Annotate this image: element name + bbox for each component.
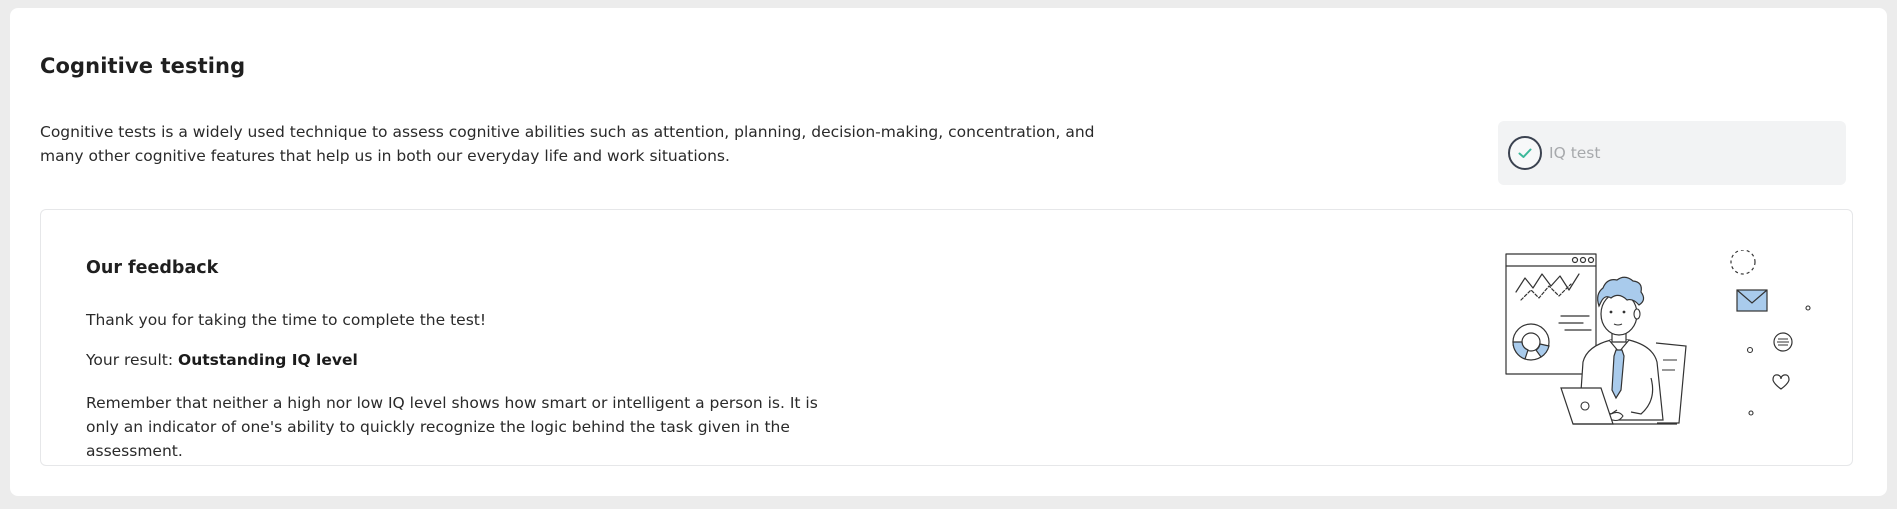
feedback-thanks-text: Thank you for taking the time to complet… (86, 311, 487, 329)
person-at-laptop-illustration (1505, 250, 1811, 425)
test-item-iq[interactable]: IQ test (1498, 121, 1846, 185)
feedback-card: Our feedback Thank you for taking the ti… (40, 209, 1853, 466)
feedback-result: Your result: Outstanding IQ level (86, 351, 358, 369)
feedback-remember-text: Remember that neither a high nor low IQ … (86, 394, 818, 460)
page-title: Cognitive testing (40, 54, 246, 78)
result-value: Outstanding IQ level (178, 351, 358, 369)
feedback-title: Our feedback (86, 258, 219, 278)
intro-text: Cognitive tests is a widely used techniq… (40, 123, 1095, 165)
check-icon (1508, 136, 1542, 170)
test-item-label: IQ test (1549, 144, 1601, 162)
result-label: Your result: (86, 351, 179, 369)
cognitive-testing-panel: Cognitive testing Cognitive tests is a w… (10, 8, 1887, 496)
